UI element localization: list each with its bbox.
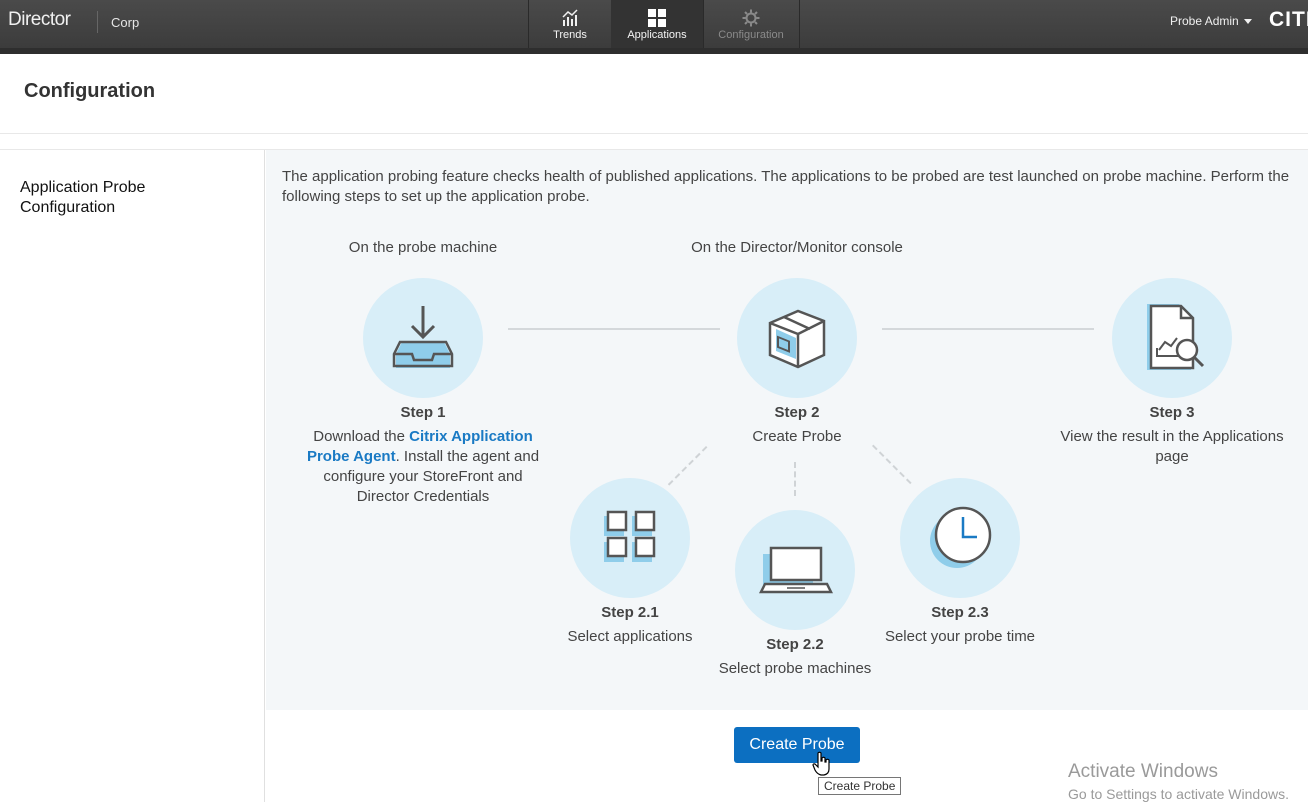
dashed-connector <box>667 446 708 486</box>
heading-probe-machine: On the probe machine <box>348 239 498 256</box>
sidebar: Application Probe Configuration <box>0 150 265 802</box>
tooltip: Create Probe <box>818 777 902 795</box>
trends-icon <box>562 9 578 26</box>
clock-icon <box>930 506 992 568</box>
nav-configuration[interactable]: Configuration <box>703 0 799 48</box>
top-navigation-bar: Director Corp Trends Applications Config… <box>0 0 1308 48</box>
step3-description: View the result in the Applications page <box>1060 428 1284 465</box>
citrix-logo: CITR <box>1269 8 1308 31</box>
activate-windows-title: Activate Windows <box>1068 761 1218 782</box>
step3-circle <box>1112 278 1232 398</box>
nav-applications[interactable]: Applications <box>611 0 703 48</box>
topbar-shadow <box>0 48 1308 54</box>
step3-label: Step 3 <box>1149 404 1195 421</box>
nav-configuration-label: Configuration <box>718 29 784 41</box>
nav-applications-label: Applications <box>627 29 687 41</box>
dashed-connector <box>794 462 796 496</box>
nav-trends-label: Trends <box>553 29 587 41</box>
step1-label: Step 1 <box>400 404 446 421</box>
connector-line <box>508 328 720 330</box>
hand-cursor-icon <box>812 751 830 776</box>
step2-3-description: Select your probe time <box>884 628 1036 645</box>
activate-windows-subtitle: Go to Settings to activate Windows. <box>1068 786 1289 802</box>
heading-console: On the Director/Monitor console <box>691 239 903 256</box>
report-search-icon <box>1147 304 1205 370</box>
step2-1-description: Select applications <box>567 628 693 645</box>
step2-1-label: Step 2.1 <box>601 604 659 621</box>
package-box-icon <box>768 309 826 369</box>
caret-down-icon <box>1243 19 1252 25</box>
user-menu[interactable]: Probe Admin <box>1170 14 1252 28</box>
step1-circle <box>363 278 483 398</box>
download-tray-icon <box>392 306 454 368</box>
step2-2-description: Select probe machines <box>718 660 872 677</box>
step1-desc-text: Download the <box>313 428 410 445</box>
applications-grid-icon <box>604 510 656 562</box>
intro-text: The application probing feature checks h… <box>282 168 1290 205</box>
app-brand[interactable]: Director <box>8 9 71 31</box>
nav-trends[interactable]: Trends <box>529 0 611 48</box>
sidebar-item-application-probe-configuration[interactable]: Application Probe Configuration <box>20 178 220 218</box>
site-name: Corp <box>111 15 140 30</box>
brand-divider <box>97 11 98 33</box>
create-probe-button[interactable]: Create Probe <box>734 727 860 763</box>
step2-description: Create Probe <box>752 428 842 445</box>
step2-2-circle <box>735 510 855 630</box>
user-menu-label: Probe Admin <box>1170 14 1239 28</box>
step2-2-label: Step 2.2 <box>766 636 824 653</box>
dashed-connector <box>872 444 912 485</box>
step2-3-label: Step 2.3 <box>931 604 989 621</box>
applications-grid-icon <box>648 9 666 27</box>
probe-setup-panel: The application probing feature checks h… <box>266 150 1308 710</box>
laptop-icon <box>758 546 833 594</box>
divider <box>0 133 1308 134</box>
nav-divider <box>799 0 800 48</box>
page-title: Configuration <box>24 80 156 102</box>
step2-label: Step 2 <box>774 404 820 421</box>
step2-1-circle <box>570 478 690 598</box>
gear-icon <box>742 9 760 27</box>
connector-line <box>882 328 1094 330</box>
step2-3-circle <box>900 478 1020 598</box>
step1-description: Download the Citrix Application Probe Ag… <box>298 427 548 507</box>
step2-circle <box>737 278 857 398</box>
